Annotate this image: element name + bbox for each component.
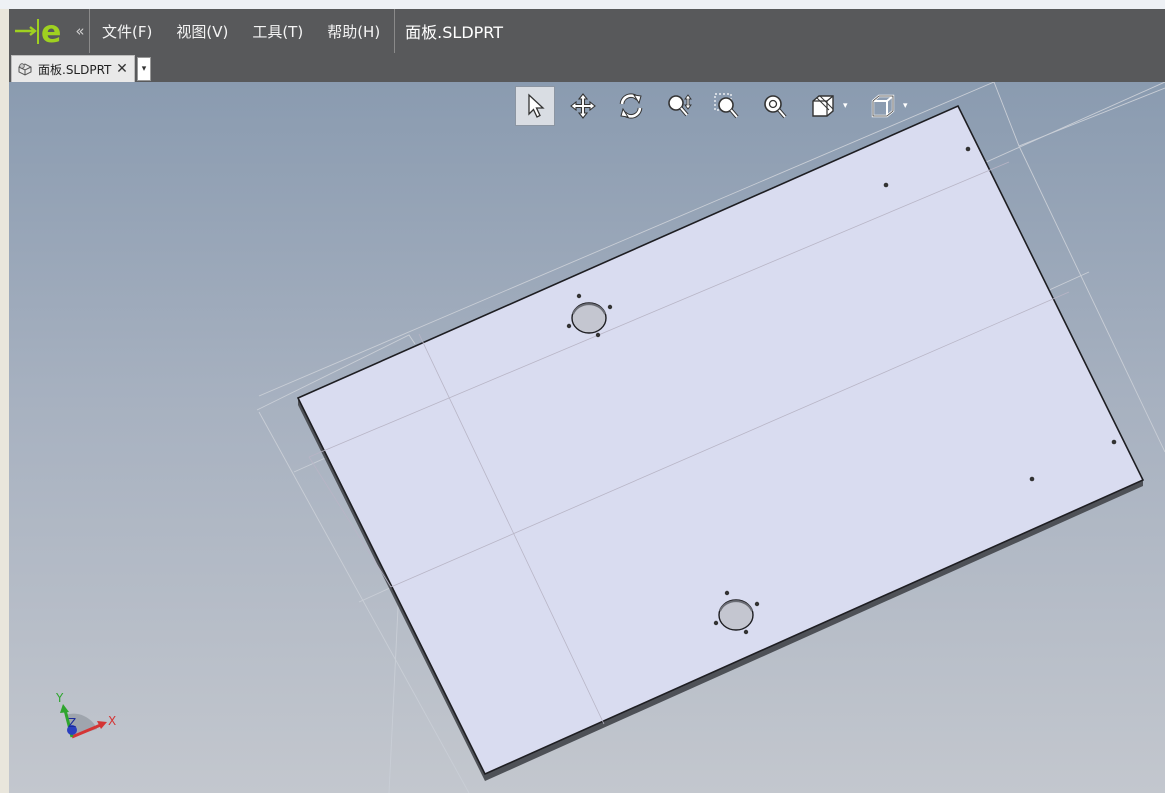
triad-x-label: X bbox=[108, 714, 116, 728]
pan-tool-button[interactable] bbox=[563, 86, 603, 126]
display-style-dropdown-icon[interactable]: ▾ bbox=[903, 101, 915, 111]
svg-text:e: e bbox=[41, 15, 61, 48]
zoom-fit-tool-button[interactable] bbox=[755, 86, 795, 126]
zoom-tool-button[interactable] bbox=[659, 86, 699, 126]
zoom-window-icon bbox=[714, 93, 739, 119]
section-view-dropdown-icon[interactable]: ▾ bbox=[843, 101, 855, 111]
zoom-fit-icon bbox=[764, 95, 787, 119]
display-style-tool-button[interactable] bbox=[863, 86, 903, 126]
model-scene[interactable] bbox=[9, 82, 1165, 793]
menu-view[interactable]: 视图(V) bbox=[164, 9, 240, 53]
edrawings-logo[interactable]: e bbox=[9, 9, 71, 53]
menu-bar: e « 文件(F) 视图(V) 工具(T) 帮助(H) 面板.SLDPRT bbox=[9, 9, 1165, 54]
wireframe-cube-icon bbox=[871, 94, 895, 118]
graphics-viewport[interactable]: ▾ ▾ X Y Z bbox=[9, 82, 1165, 793]
tab-label: 面板.SLDPRT bbox=[38, 62, 112, 77]
cursor-arrow-icon bbox=[528, 93, 545, 118]
menu-tools[interactable]: 工具(T) bbox=[240, 9, 315, 53]
select-tool-button[interactable] bbox=[515, 86, 555, 126]
move-arrows-icon bbox=[570, 93, 596, 119]
section-view-tool-button[interactable] bbox=[803, 86, 843, 126]
triad-y-label: Y bbox=[55, 691, 64, 705]
part-icon bbox=[18, 63, 32, 76]
tab-close-icon[interactable]: ✕ bbox=[114, 61, 130, 77]
tab-document[interactable]: 面板.SLDPRT ✕ bbox=[11, 55, 135, 82]
collapse-button[interactable]: « bbox=[71, 9, 90, 53]
triad-z-label: Z bbox=[68, 716, 76, 730]
document-title: 面板.SLDPRT bbox=[405, 23, 504, 42]
menu-help[interactable]: 帮助(H) bbox=[315, 9, 392, 53]
rotate-tool-button[interactable] bbox=[611, 86, 651, 126]
logo-e-icon: e bbox=[15, 15, 61, 48]
zoom-window-tool-button[interactable] bbox=[707, 86, 747, 126]
coordinate-triad: X Y Z bbox=[55, 691, 116, 739]
view-toolbar: ▾ ▾ bbox=[515, 85, 923, 127]
zoom-updown-icon bbox=[668, 94, 692, 117]
edrawings-app: e « 文件(F) 视图(V) 工具(T) 帮助(H) 面板.SLDPRT 面板… bbox=[9, 9, 1165, 793]
menu-file[interactable]: 文件(F) bbox=[90, 9, 164, 53]
section-cube-icon bbox=[812, 95, 834, 117]
tab-bar: 面板.SLDPRT ✕ ▾ bbox=[9, 53, 1165, 82]
rotate-icon bbox=[619, 93, 643, 119]
tab-dropdown-button[interactable]: ▾ bbox=[137, 57, 151, 81]
